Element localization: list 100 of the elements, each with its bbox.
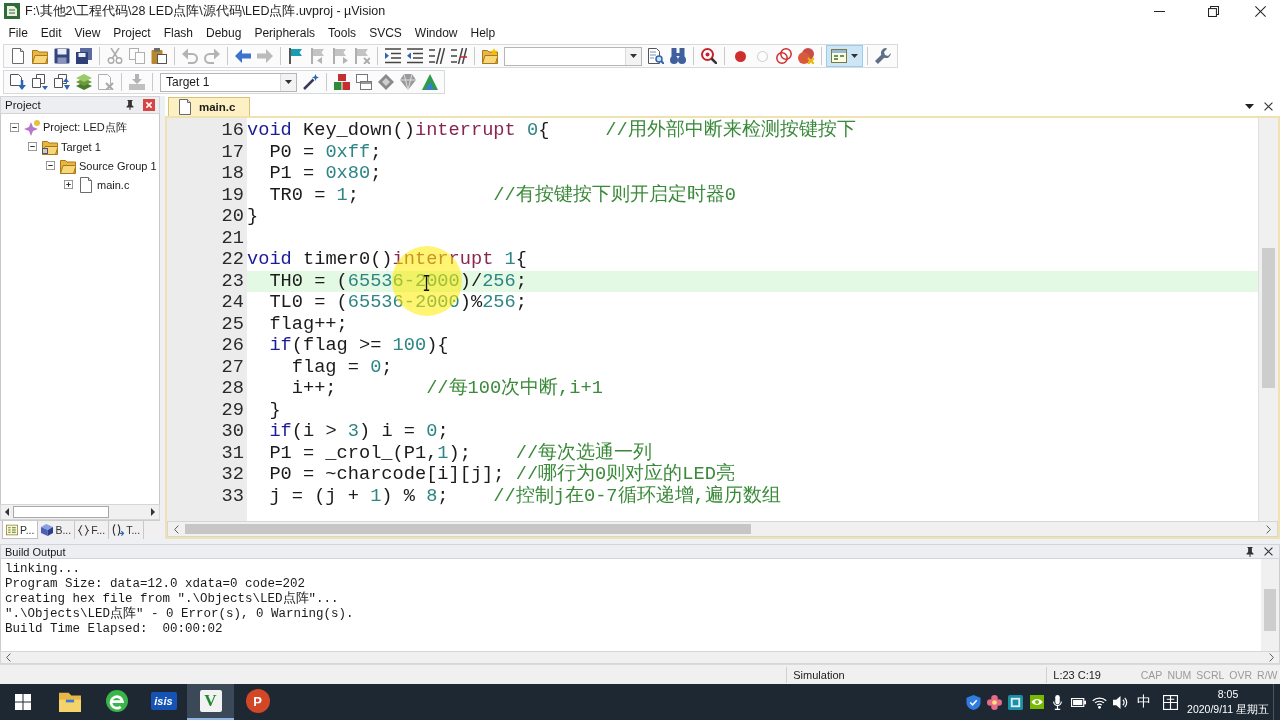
menu-item[interactable]: File — [2, 25, 35, 40]
pane-tab[interactable]: P... — [2, 521, 39, 539]
input-method-indicator[interactable]: 中 — [1131, 693, 1157, 711]
gem-icon[interactable] — [400, 74, 416, 90]
tree-item[interactable]: Source Group 1 — [79, 159, 157, 172]
close-icon[interactable] — [1264, 101, 1273, 111]
scrollbar-thumb[interactable] — [1262, 248, 1275, 388]
tree-item[interactable]: Project: LED点阵 — [43, 120, 127, 135]
minimize-icon[interactable] — [1153, 10, 1165, 12]
horizontal-scrollbar[interactable] — [167, 521, 1278, 537]
minus-box-icon[interactable] — [10, 123, 19, 132]
menu-item[interactable]: Flash — [157, 25, 200, 40]
scrollbar-thumb[interactable] — [185, 524, 751, 534]
folder-icon — [58, 690, 81, 712]
blocks-icon[interactable] — [334, 74, 350, 90]
outdent-lines-icon[interactable] — [407, 48, 423, 64]
windows-logo-icon[interactable] — [15, 694, 31, 710]
app-icon — [4, 3, 20, 19]
horizontal-scrollbar[interactable] — [0, 504, 160, 520]
document-arrow-icon[interactable] — [10, 74, 26, 90]
shield-icon[interactable] — [966, 694, 981, 710]
menu-item[interactable]: Window — [408, 25, 464, 40]
documents-arrow-icon[interactable] — [32, 74, 48, 90]
minus-box-icon[interactable] — [28, 142, 37, 151]
plus-box-icon[interactable] — [64, 180, 73, 189]
tree-item[interactable]: main.c — [97, 178, 130, 191]
left-arrow-icon[interactable] — [235, 48, 251, 64]
pin-icon[interactable] — [125, 100, 135, 110]
microphone-icon[interactable] — [1053, 694, 1062, 710]
output-line: ".\Objects\LED点阵" - 0 Error(s), 0 Warning(s). — [5, 607, 355, 622]
menu-item[interactable]: Edit — [34, 25, 69, 40]
dots-cross-icon[interactable] — [798, 48, 814, 64]
folder-icon[interactable] — [32, 48, 48, 64]
flag-icon[interactable] — [288, 48, 304, 64]
menu-item[interactable]: Peripherals — [247, 25, 322, 40]
line-number: 21 — [220, 227, 245, 249]
line-number: 25 — [220, 313, 245, 335]
scroll-left-icon[interactable] — [5, 508, 9, 516]
double-ring-icon[interactable] — [776, 48, 792, 64]
vertical-scrollbar[interactable] — [1261, 559, 1279, 651]
menu-item[interactable]: Help — [464, 25, 502, 40]
eye-logo-icon[interactable] — [1029, 695, 1044, 709]
tree-item[interactable]: Target 1 — [61, 140, 101, 153]
dot-icon[interactable] — [734, 50, 746, 62]
taskbar-button[interactable]: V — [187, 684, 234, 720]
window-layout-button[interactable] — [826, 45, 863, 67]
page-icon — [78, 176, 94, 193]
flower-icon[interactable] — [987, 694, 1002, 710]
menu-item[interactable]: Tools — [321, 25, 363, 40]
diamond-icon[interactable] — [378, 74, 394, 90]
dropdown-field[interactable] — [504, 46, 642, 66]
file-tab[interactable]: main.c — [168, 97, 251, 116]
menu-item[interactable]: Project — [106, 25, 158, 40]
close-icon[interactable] — [1264, 547, 1273, 556]
grid-icon[interactable] — [1162, 694, 1178, 710]
binoculars-icon[interactable] — [670, 48, 686, 64]
clipboard-icon[interactable] — [151, 48, 167, 64]
pin-icon[interactable] — [1245, 546, 1255, 557]
page-icon[interactable] — [10, 48, 26, 64]
chevron-right-icon[interactable] — [1269, 653, 1274, 662]
menu-item[interactable]: View — [68, 25, 107, 40]
scroll-right-icon[interactable] — [151, 508, 155, 516]
caret-icon — [630, 54, 637, 58]
menu-item[interactable]: SVCS — [362, 25, 409, 40]
taskbar-button[interactable]: P — [234, 684, 281, 720]
triangles-icon[interactable] — [422, 74, 438, 90]
chevron-left-icon[interactable] — [174, 524, 179, 534]
documents-arrows-icon[interactable] — [54, 74, 70, 90]
folder-sparkle-icon[interactable] — [482, 48, 498, 64]
line-number: 31 — [220, 442, 245, 464]
scrollbar-thumb[interactable] — [13, 506, 109, 518]
menu-item[interactable]: Debug — [199, 25, 248, 40]
slashed-lines-icon[interactable] — [429, 48, 445, 64]
brackets-arrow-icon — [112, 524, 125, 536]
chevron-right-icon[interactable] — [1266, 524, 1271, 534]
magic-wand-icon[interactable] — [303, 74, 319, 90]
list-panel-icon — [6, 523, 18, 536]
dropdown-arrow-icon[interactable] — [1245, 103, 1254, 109]
caret-icon — [851, 54, 858, 58]
indent-lines-icon[interactable] — [385, 48, 401, 64]
stack-icon[interactable] — [76, 74, 92, 90]
scrollbar-thumb[interactable] — [1264, 589, 1276, 631]
app-tile-icon[interactable] — [1008, 694, 1023, 710]
windows-stack-icon[interactable] — [356, 74, 372, 90]
target-dropdown[interactable]: Target 1 — [160, 72, 297, 92]
chevron-left-icon[interactable] — [6, 653, 11, 662]
vertical-scrollbar[interactable] — [1258, 118, 1278, 521]
horizontal-scrollbar[interactable] — [0, 651, 1280, 664]
restore-icon[interactable] — [1207, 5, 1219, 17]
magnifier-icon[interactable] — [701, 48, 717, 64]
floppy-disks-icon[interactable] — [76, 48, 92, 64]
minus-box-icon[interactable] — [46, 161, 55, 170]
battery-icon[interactable] — [1071, 697, 1086, 707]
close-icon[interactable] — [1254, 5, 1266, 17]
taskbar-button[interactable]: isis — [140, 684, 187, 720]
slashed-lines-icon[interactable] — [451, 48, 467, 64]
wifi-icon[interactable] — [1092, 695, 1107, 709]
speaker-icon[interactable] — [1113, 694, 1128, 710]
wrench-icon[interactable] — [875, 48, 891, 64]
document-magnifier-icon[interactable] — [648, 48, 664, 64]
